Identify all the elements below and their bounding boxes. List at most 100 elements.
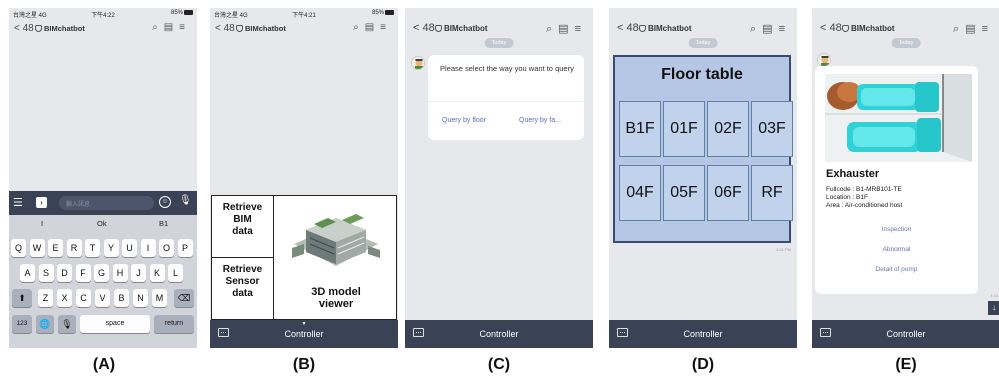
chat-title-text: BIMchatbot [851,24,895,33]
key-q[interactable]: Q [11,239,26,257]
dictation-icon[interactable]: 🎙 [58,315,76,333]
chat-title-text: BIMchatbot [44,24,85,33]
suggestion-1[interactable]: I [41,219,43,228]
menu-icon[interactable]: ≡ [575,23,587,35]
exhauster-model-image[interactable] [825,74,972,162]
inspection-button[interactable]: Inspection [815,226,978,233]
model-viewer-button[interactable]: 3D model viewer [274,286,398,310]
key-i[interactable]: I [140,239,156,257]
key-b[interactable]: B [114,289,129,307]
search-icon[interactable]: ⌕ [546,23,558,35]
shift-key[interactable]: ⬆ [12,289,32,307]
key-u[interactable]: U [122,239,137,257]
pump-detail-button[interactable]: Detail of pump [815,266,978,273]
suggestion-2[interactable]: Ok [97,219,107,228]
key-k[interactable]: K [149,264,165,282]
list-icon[interactable]: ▤ [762,23,778,35]
key-c[interactable]: C [76,289,91,307]
floor-cell-01f[interactable]: 01F [663,101,705,157]
backspace-key[interactable]: ⌫ [174,289,194,307]
status-bar: 台灣之星 4G 下午4:21 85% [210,8,398,20]
key-t[interactable]: T [85,239,100,257]
key-row-4: 123 🌐 🎙 space return [9,315,197,335]
key-r[interactable]: R [66,239,82,257]
battery-icon [385,10,394,15]
key-a[interactable]: A [20,264,35,282]
key-f[interactable]: F [75,264,91,282]
key-o[interactable]: O [159,239,174,257]
key-m[interactable]: M [152,289,167,307]
key-x[interactable]: X [57,289,72,307]
numbers-key[interactable]: 123 [12,315,32,333]
query-by-facility-button[interactable]: Query by fa... [519,117,561,124]
menu-icon[interactable]: ☰ [13,196,23,209]
space-key[interactable]: space [80,315,150,333]
controller-bar[interactable]: Controller [812,320,999,348]
key-n[interactable]: N [133,289,148,307]
key-s[interactable]: S [38,264,54,282]
floor-cell-05f[interactable]: 05F [663,165,705,221]
back-button[interactable]: < 48 [413,22,435,34]
bot-avatar[interactable] [411,56,425,70]
collapse-arrow-icon[interactable]: ▼ [210,321,398,327]
search-icon[interactable]: ⌕ [953,23,965,35]
scroll-down-button[interactable]: ↓ [988,301,999,315]
emoji-icon[interactable]: ☺ [159,196,171,208]
key-e[interactable]: E [48,239,63,257]
floor-cell-03f[interactable]: 03F [751,101,793,157]
back-button[interactable]: < 48 [215,23,235,34]
list-icon[interactable]: ▤ [558,23,574,35]
menu-icon[interactable]: ≡ [179,22,191,33]
key-l[interactable]: L [168,264,183,282]
key-p[interactable]: P [177,239,193,257]
key-v[interactable]: V [95,289,110,307]
suggestion-3[interactable]: B1 [159,219,168,228]
query-by-floor-button[interactable]: Query by floor [442,117,486,124]
key-h[interactable]: H [112,264,128,282]
retrieve-bim-button[interactable]: Retrieve BIM data [212,196,274,258]
key-d[interactable]: D [57,264,72,282]
return-key[interactable]: return [154,315,194,333]
key-row-3: ⬆ ⌫ ZXCVBNM [9,289,197,309]
list-icon[interactable]: ▤ [365,22,380,33]
controller-bar[interactable]: ▼ Controller [210,320,398,348]
list-icon[interactable]: ▤ [965,23,981,35]
battery-indicator: 85% [372,10,394,16]
globe-icon[interactable]: 🌐 [36,315,54,333]
controller-bar[interactable]: Controller [609,320,797,348]
key-j[interactable]: J [131,264,146,282]
search-icon[interactable]: ⌕ [353,22,365,33]
chat-title-text: BIMchatbot [444,24,488,33]
floor-cell-06f[interactable]: 06F [707,165,749,221]
abnormal-button[interactable]: Abnormal [815,246,978,253]
floor-cell-04f[interactable]: 04F [619,165,661,221]
floor-cell-rf[interactable]: RF [751,165,793,221]
controller-bar[interactable]: Controller [405,320,593,348]
battery-icon [184,10,193,15]
microphone-icon[interactable]: 🎙 [179,195,192,206]
key-g[interactable]: G [94,264,109,282]
expand-arrow-icon[interactable]: › [36,197,47,208]
back-button[interactable]: < 48 [617,22,639,34]
message-input[interactable]: 輸入訊息 [59,196,154,210]
menu-icon[interactable]: ≡ [380,22,392,33]
equipment-fullcode: Fullcode : B1-MRB101-TE [826,186,902,193]
menu-icon[interactable]: ≡ [982,23,994,35]
key-z[interactable]: Z [38,289,53,307]
menu-icon[interactable]: ≡ [779,23,791,35]
floor-cell-b1f[interactable]: B1F [619,101,661,157]
chat-title: BIMchatbot [35,24,85,33]
back-button[interactable]: < 48 [14,23,34,34]
floor-cell-02f[interactable]: 02F [707,101,749,157]
key-y[interactable]: Y [103,239,119,257]
retrieve-bim-line-1: Retrieve [222,202,263,213]
building-3d-model-image[interactable] [284,204,388,276]
list-icon[interactable]: ▤ [164,22,179,33]
search-icon[interactable]: ⌕ [750,23,762,35]
retrieve-sensor-button[interactable]: Retrieve Sensor data [212,258,274,319]
search-icon[interactable]: ⌕ [152,22,164,33]
message-input-bar: ☰ › 輸入訊息 ☺ 🎙 [9,191,197,215]
back-button[interactable]: < 48 [820,22,842,34]
key-w[interactable]: W [29,239,45,257]
bot-avatar[interactable] [817,53,831,67]
